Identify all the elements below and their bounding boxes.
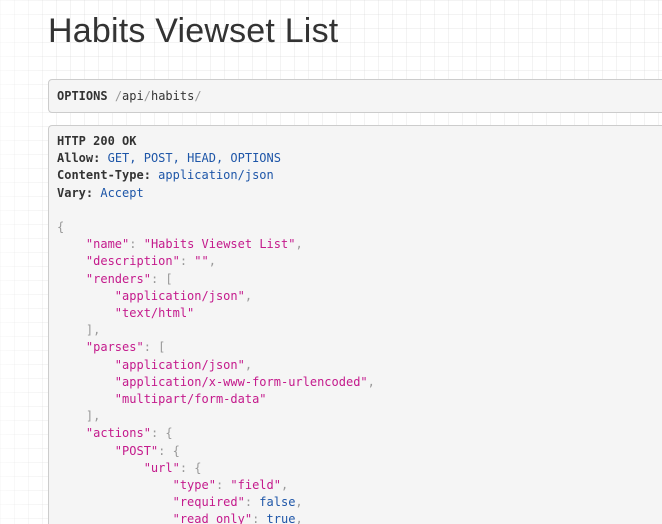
json-key-required: "required" [172, 495, 245, 510]
page-title: Habits Viewset List [48, 12, 339, 50]
header-name-content-type: Content-Type: [57, 168, 151, 183]
path-segment-habits[interactable]: habits [151, 89, 194, 103]
json-value-name: "Habits Viewset List" [143, 237, 296, 252]
json-value-description: "" [194, 254, 209, 269]
json-parses-item: "application/json" [114, 357, 245, 372]
path-separator: / [143, 89, 151, 103]
path-separator: / [114, 89, 123, 103]
header-value-vary: Accept [100, 185, 144, 200]
json-brace: { [57, 220, 65, 235]
json-parses-item: "multipart/form-data" [114, 392, 267, 407]
json-value-type: "field" [230, 478, 281, 493]
response-panel: HTTP 200 OK Allow: GET, POST, HEAD, OPTI… [48, 125, 662, 524]
json-renders-item: "text/html" [114, 306, 195, 321]
request-info-bar: OPTIONS /api/habits/ [48, 79, 662, 113]
json-key-post: "POST" [114, 443, 159, 458]
json-key-type: "type" [172, 478, 216, 493]
json-key-url: "url" [143, 460, 180, 475]
header-name-allow: Allow: [57, 151, 101, 166]
json-value-read-only: true [266, 512, 296, 524]
json-renders-item: "application/json" [114, 288, 245, 303]
json-key-actions: "actions" [85, 426, 151, 441]
header-value-allow: GET, POST, HEAD, OPTIONS [107, 151, 281, 166]
header-value-content-type: application/json [158, 168, 274, 183]
json-value-required: false [259, 495, 296, 510]
response-status: HTTP 200 OK [57, 134, 137, 148]
path-separator: / [194, 89, 202, 103]
path-segment-api[interactable]: api [122, 89, 144, 103]
json-key-parses: "parses" [85, 340, 144, 355]
json-key-read-only: "read_only" [172, 512, 253, 524]
json-key-description: "description" [85, 254, 180, 269]
request-method: OPTIONS [57, 89, 108, 103]
json-parses-item: "application/x-www-form-urlencoded" [114, 374, 368, 389]
json-key-name: "name" [85, 237, 130, 252]
json-key-renders: "renders" [85, 271, 151, 286]
header-name-vary: Vary: [57, 185, 94, 200]
